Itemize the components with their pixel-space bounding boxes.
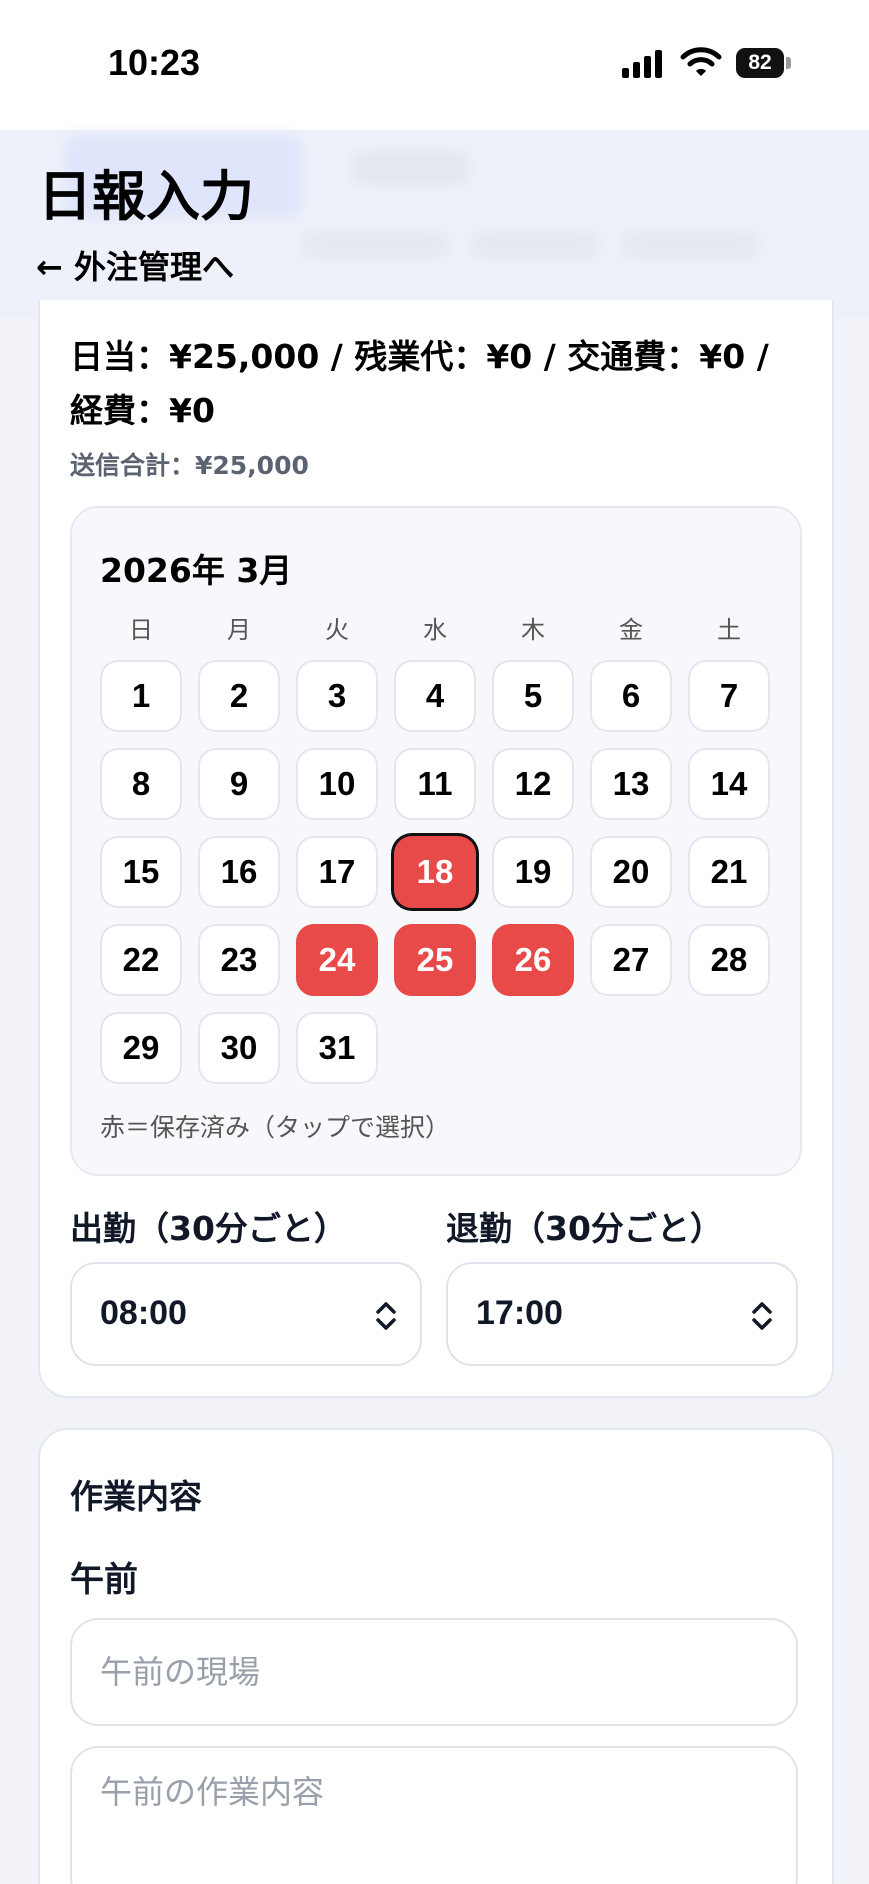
calendar-day-28[interactable]: 28 (688, 924, 770, 996)
calendar-day-2[interactable]: 2 (198, 660, 280, 732)
calendar-day-6[interactable]: 6 (590, 660, 672, 732)
start-time-value: 08:00 (100, 1294, 187, 1332)
morning-title: 午前 (70, 1560, 138, 1600)
weekday-label: 水 (423, 616, 447, 644)
work-content-title: 作業内容 (70, 1477, 202, 1516)
start-time-label: 出勤（30分ごと） (70, 1209, 347, 1248)
blurred-chip (300, 230, 450, 260)
weekday-label: 木 (521, 616, 545, 644)
payment-breakdown: 日当：¥25,000 / 残業代：¥0 / 交通費：¥0 / 経費：¥0 (70, 337, 769, 430)
calendar-day-20[interactable]: 20 (590, 836, 672, 908)
weekday-label: 金 (619, 616, 643, 644)
calendar-month-title: 2026年 3月 (100, 551, 293, 590)
calendar-day-3[interactable]: 3 (296, 660, 378, 732)
end-time-select[interactable]: 17:00 (446, 1262, 798, 1366)
calendar-day-11[interactable]: 11 (394, 748, 476, 820)
calendar-day-1[interactable]: 1 (100, 660, 182, 732)
wifi-icon (680, 46, 722, 82)
end-time-value: 17:00 (476, 1294, 563, 1332)
calendar-day-25[interactable]: 25 (394, 924, 476, 996)
calendar-day-19[interactable]: 19 (492, 836, 574, 908)
calendar-day-22[interactable]: 22 (100, 924, 182, 996)
weekday-label: 日 (129, 616, 153, 644)
calendar-legend: 赤＝保存済み（タップで選択） (100, 1113, 451, 1142)
chevron-up-down-icon (750, 1300, 774, 1336)
morning-site-input[interactable]: 午前の現場 (70, 1618, 798, 1726)
end-time-label: 退勤（30分ごと） (446, 1209, 723, 1248)
calendar-day-23[interactable]: 23 (198, 924, 280, 996)
calendar-day-7[interactable]: 7 (688, 660, 770, 732)
cellular-signal-icon (622, 50, 666, 82)
calendar-day-5[interactable]: 5 (492, 660, 574, 732)
calendar-day-30[interactable]: 30 (198, 1012, 280, 1084)
back-to-subcontract-link[interactable]: ← 外注管理へ (36, 242, 234, 288)
blurred-tab (350, 150, 470, 186)
calendar-day-14[interactable]: 14 (688, 748, 770, 820)
calendar-day-18[interactable]: 18 (394, 836, 476, 908)
calendar-day-8[interactable]: 8 (100, 748, 182, 820)
calendar-day-21[interactable]: 21 (688, 836, 770, 908)
calendar-day-27[interactable]: 27 (590, 924, 672, 996)
chevron-up-down-icon (374, 1300, 398, 1336)
calendar: 2026年 3月 日月火水木金土 1 2 3 4 5 6 7 8 9 10 11 12 13 14 15 16… (70, 506, 802, 1176)
status-time: 10:23 (108, 42, 201, 83)
page-title: 日報入力 (38, 165, 254, 228)
blurred-chip (470, 230, 600, 260)
weekday-label: 火 (325, 616, 349, 644)
weekday-label: 月 (227, 616, 251, 644)
calendar-day-17[interactable]: 17 (296, 836, 378, 908)
screen: 10:23 82 日報入力 ← 外注管理へ 日当：¥25,000 / 残業代：¥… (0, 0, 869, 1884)
calendar-day-15[interactable]: 15 (100, 836, 182, 908)
calendar-day-16[interactable]: 16 (198, 836, 280, 908)
calendar-day-12[interactable]: 12 (492, 748, 574, 820)
weekday-label: 土 (717, 616, 741, 644)
calendar-day-29[interactable]: 29 (100, 1012, 182, 1084)
send-total: 送信合計：¥25,000 (70, 451, 309, 480)
calendar-day-26[interactable]: 26 (492, 924, 574, 996)
start-time-select[interactable]: 08:00 (70, 1262, 422, 1366)
battery-indicator: 82 (736, 48, 784, 78)
calendar-day-31[interactable]: 31 (296, 1012, 378, 1084)
calendar-day-10[interactable]: 10 (296, 748, 378, 820)
calendar-day-9[interactable]: 9 (198, 748, 280, 820)
calendar-day-4[interactable]: 4 (394, 660, 476, 732)
morning-work-textarea[interactable]: 午前の作業内容 (70, 1746, 798, 1884)
calendar-day-24[interactable]: 24 (296, 924, 378, 996)
status-bar: 10:23 82 (0, 0, 869, 130)
calendar-day-13[interactable]: 13 (590, 748, 672, 820)
battery-cap-icon (786, 57, 791, 69)
blurred-chip (620, 230, 760, 260)
